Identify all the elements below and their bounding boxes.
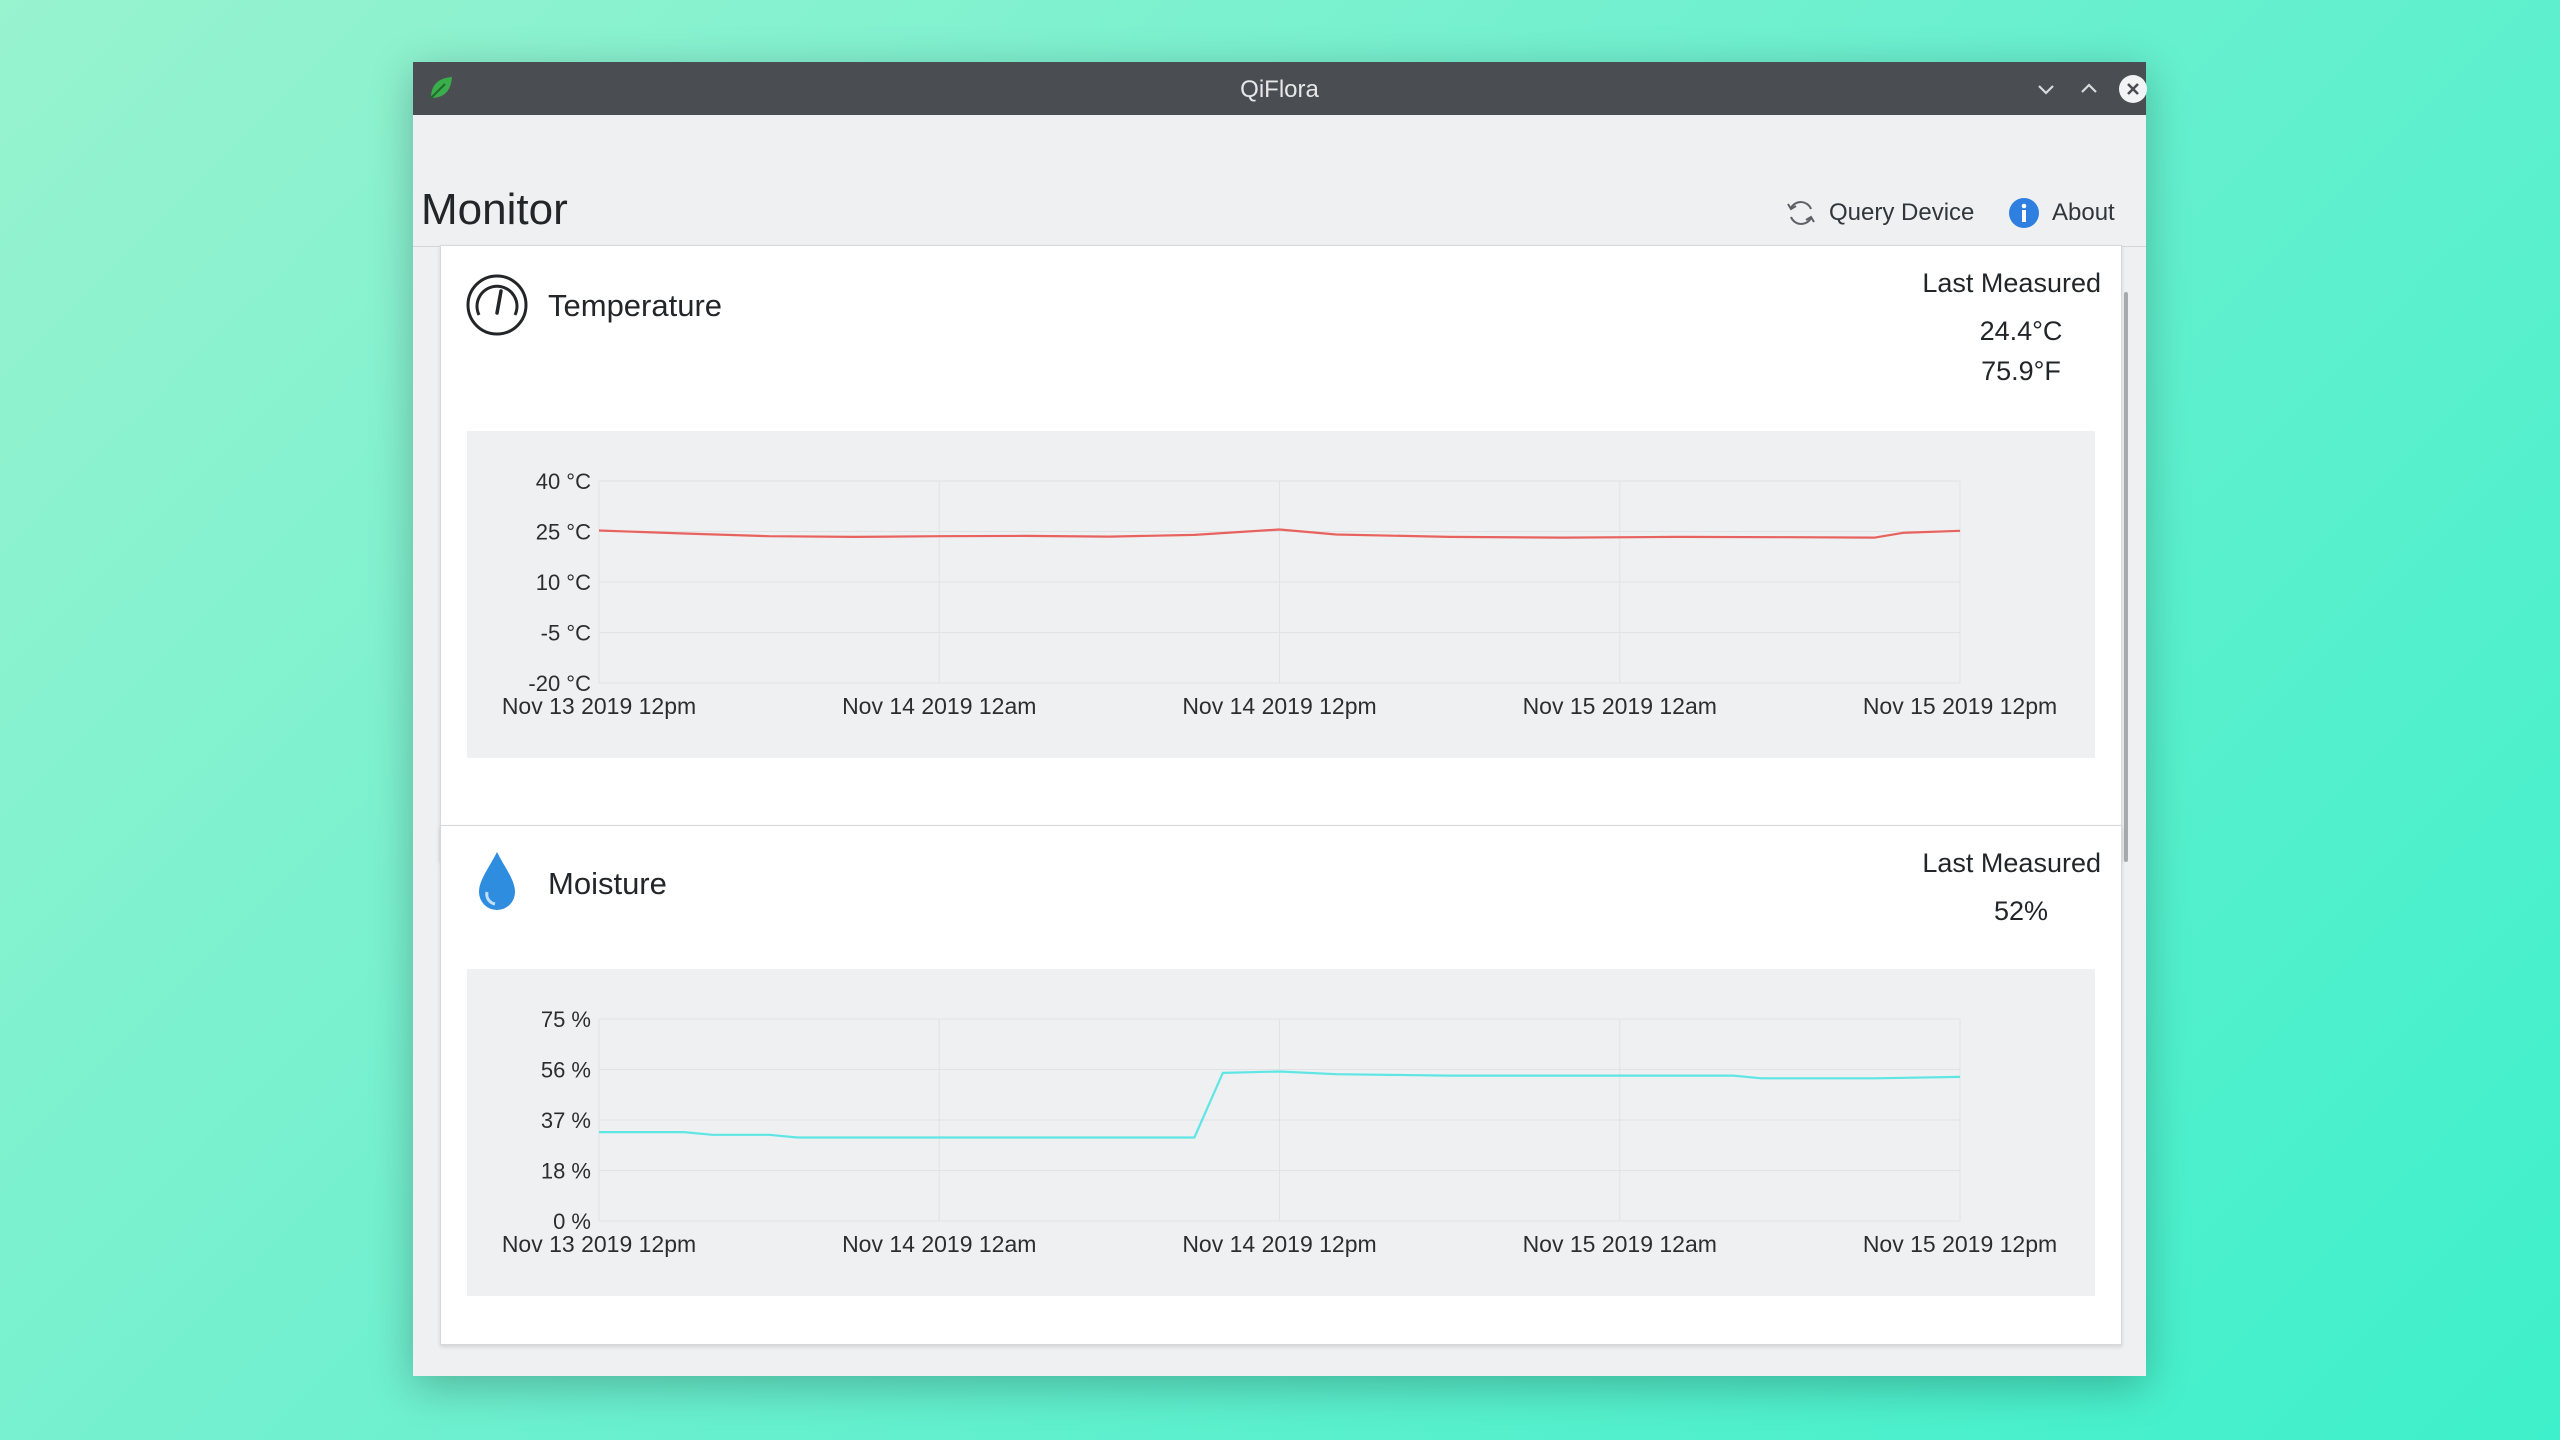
moisture-card: Moisture Last Measured 52% 75 % 56 % 37 % 1… xyxy=(440,825,2122,1345)
temperature-last-measured-label: Last Measured xyxy=(1922,268,2101,298)
about-label: About xyxy=(2052,199,2115,226)
moisture-title: Moisture xyxy=(548,866,667,901)
temperature-chart: 40 °C 25 °C 10 °C -5 °C -20 °C Nov 13 2019 12… xyxy=(467,431,2095,758)
moisture-x-tick-label: Nov 14 2019 12pm xyxy=(1182,1231,1376,1257)
temperature-y-tick-label: 40 °C xyxy=(536,469,591,494)
window-title: QiFlora xyxy=(1240,76,1319,103)
toolbar: Monitor Query Device About xyxy=(413,115,2146,247)
temperature-x-tick-label: Nov 14 2019 12am xyxy=(842,693,1036,719)
temperature-y-tick-label: 10 °C xyxy=(536,570,591,595)
temperature-x-tick-label: Nov 15 2019 12am xyxy=(1523,693,1717,719)
water-drop-icon xyxy=(479,852,515,910)
moisture-chart-svg: 75 %56 %37 %18 %0 %Nov 13 2019 12pm Nov 1… xyxy=(502,1007,2057,1257)
moisture-x-tick-label: Nov 13 2019 12pm xyxy=(502,1231,696,1257)
moisture-chart: 75 % 56 % 37 % 18 % 0 % Nov 13 2019 12pm Nov 1… xyxy=(467,969,2095,1296)
chevron-down-icon[interactable] xyxy=(2033,76,2059,102)
temperature-title: Temperature xyxy=(548,288,723,323)
scrollbar[interactable] xyxy=(2124,292,2128,862)
moisture-x-tick-label: Nov 15 2019 12pm xyxy=(1863,1231,2057,1257)
temperature-x-tick-label: Nov 15 2019 12pm xyxy=(1863,693,2057,719)
moisture-value: 52% xyxy=(1993,896,2049,926)
temperature-fahrenheit-value: 75.9°F xyxy=(1981,356,2061,386)
app-window: QiFlora Monitor Query Device About Tempe… xyxy=(413,62,2148,1376)
about-button[interactable]: About xyxy=(2008,193,2115,233)
page-title: Monitor xyxy=(421,185,568,234)
temperature-x-tick-label: Nov 13 2019 12pm xyxy=(502,693,696,719)
temperature-celsius-value: 24.4°C xyxy=(1979,316,2063,346)
temperature-y-tick-label: 25 °C xyxy=(536,520,591,545)
gauge-icon xyxy=(466,274,528,336)
query-device-label: Query Device xyxy=(1829,199,1975,226)
title-bar[interactable]: QiFlora xyxy=(413,62,2148,115)
info-icon xyxy=(2009,198,2039,228)
temperature-card: Temperature Last Measured 24.4°C 75.9°F … xyxy=(440,245,2122,861)
moisture-last-measured-label: Last Measured xyxy=(1922,848,2101,878)
temperature-chart-svg: 40 °C25 °C10 °C-5 °C-20 °CNov 13 2019 12… xyxy=(502,469,2057,719)
moisture-y-tick-label: 75 % xyxy=(541,1007,591,1032)
close-icon[interactable] xyxy=(2118,74,2148,104)
temperature-x-tick-label: Nov 14 2019 12pm xyxy=(1182,693,1376,719)
moisture-x-tick-label: Nov 15 2019 12am xyxy=(1523,1231,1717,1257)
temperature-y-tick-label: -5 °C xyxy=(541,621,591,646)
moisture-y-tick-label: 56 % xyxy=(541,1058,591,1083)
refresh-icon xyxy=(1787,201,1815,225)
moisture-y-tick-label: 37 % xyxy=(541,1108,591,1133)
query-device-button[interactable]: Query Device xyxy=(1785,193,1974,233)
chevron-up-icon[interactable] xyxy=(2076,76,2102,102)
moisture-x-tick-label: Nov 14 2019 12am xyxy=(842,1231,1036,1257)
moisture-y-tick-label: 18 % xyxy=(541,1159,591,1184)
